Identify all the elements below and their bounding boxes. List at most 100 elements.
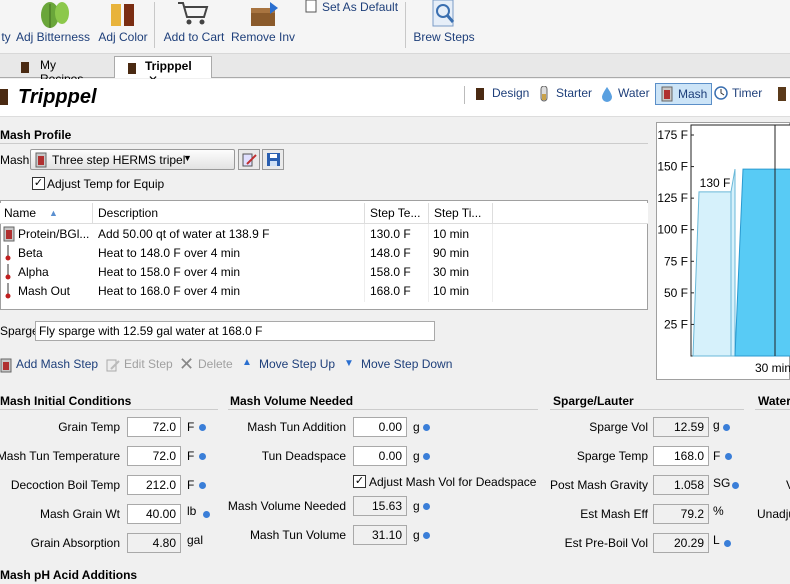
grain-wt-unit: lb	[187, 504, 197, 518]
adjust-temp-checkbox[interactable]: ✓	[32, 177, 45, 190]
info-dot-icon[interactable]	[199, 424, 206, 431]
add-to-cart-label: Add to Cart	[163, 30, 225, 44]
info-dot-icon[interactable]	[724, 540, 731, 547]
remove-inv-label: Remove Inv	[230, 30, 296, 44]
sparge-description-field[interactable]	[35, 321, 435, 341]
table-row[interactable]: Protein/BGl... Add 50.00 qt of water at …	[1, 225, 647, 244]
sparge-temp-field[interactable]	[653, 446, 709, 466]
beer-glass-icon	[0, 89, 8, 105]
add-to-cart-button[interactable]: Add to Cart	[162, 0, 226, 50]
info-dot-icon[interactable]	[423, 532, 430, 539]
edit-step-button[interactable]: Edit Step	[106, 357, 173, 372]
info-dot-icon[interactable]	[723, 424, 730, 431]
info-dot-icon[interactable]	[423, 424, 430, 431]
nav-mash[interactable]: Mash	[655, 83, 713, 105]
nav-starter[interactable]: Starter	[534, 83, 596, 105]
tab-my-recipes[interactable]: My Recipes	[0, 56, 108, 86]
step-time: 30 min	[433, 265, 470, 279]
y-tick-label: 25 F	[664, 317, 688, 331]
post-mash-gravity-field[interactable]	[653, 475, 709, 495]
mash-chart-svg: 175 F 150 F 125 F 100 F 75 F 50 F 25 F 130 F 30 …	[657, 124, 790, 375]
remove-inv-button[interactable]: Remove Inv	[230, 0, 296, 50]
beer-glass-icon	[476, 88, 484, 100]
column-divider	[364, 203, 365, 224]
grain-wt-field[interactable]	[127, 504, 181, 524]
y-tick-label: 150 F	[657, 160, 688, 174]
set-as-default-button[interactable]: Set As Default	[304, 0, 398, 15]
sparge-vol-field[interactable]	[653, 417, 709, 437]
decoction-label: Decoction Boil Temp	[10, 478, 120, 492]
nav-design[interactable]: Design	[470, 83, 533, 105]
adj-gravity-button[interactable]: ty	[0, 0, 12, 50]
info-dot-icon[interactable]	[199, 482, 206, 489]
nav-timer[interactable]: Timer	[710, 83, 766, 105]
beer-glass-icon[interactable]	[776, 86, 788, 102]
water-v-label: V	[786, 478, 790, 492]
sparge-label: Sparge	[0, 324, 39, 338]
move-step-up-button[interactable]: ▲ Move Step Up	[242, 357, 335, 371]
brew-steps-button[interactable]: Brew Steps	[413, 0, 475, 50]
deadspace-field[interactable]	[353, 446, 407, 466]
tab-tripppel[interactable]: Tripppel ✕	[114, 56, 212, 87]
table-row[interactable]: Alpha Heat to 158.0 F over 4 min 158.0 F…	[1, 263, 647, 282]
divider	[550, 409, 744, 410]
post-mash-gravity-unit: SG	[713, 476, 731, 490]
column-header-description[interactable]: Description	[98, 206, 158, 220]
sparge-vol-unit: g	[713, 418, 720, 432]
adj-bitterness-button[interactable]: Adj Bitterness	[16, 0, 90, 50]
save-profile-button[interactable]	[262, 149, 284, 170]
nav-water[interactable]: Water	[596, 83, 654, 105]
nav-label: Timer	[732, 86, 763, 100]
column-header-step-temp[interactable]: Step Te...	[370, 206, 420, 220]
decoction-unit: F	[187, 478, 195, 492]
delete-step-button[interactable]: ✕ Delete	[179, 354, 233, 374]
y-tick-label: 125 F	[657, 191, 688, 205]
step-description: Add 50.00 qt of water at 138.9 F	[98, 227, 270, 241]
decoction-field[interactable]	[127, 475, 181, 495]
tun-addition-field[interactable]	[353, 417, 407, 437]
adj-bitterness-label: Adj Bitterness	[16, 30, 91, 44]
edit-profile-button[interactable]	[238, 149, 260, 170]
step-temp: 168.0 F	[370, 284, 411, 298]
sparge-vol-label: Sparge Vol	[589, 420, 648, 434]
adj-color-button[interactable]: Adj Color	[96, 0, 150, 50]
nav-label: Design	[492, 86, 530, 100]
table-header: Name ▲ Description Step Te... Step Ti...	[0, 203, 648, 224]
clock-icon	[714, 86, 728, 100]
info-dot-icon[interactable]	[199, 453, 206, 460]
toolbar-separator	[405, 2, 406, 48]
absorption-field[interactable]	[127, 533, 181, 553]
table-row[interactable]: Mash Out Heat to 168.0 F over 4 min 168.…	[1, 282, 647, 301]
info-dot-icon[interactable]	[203, 511, 210, 518]
mash-profile-select[interactable]: Three step HERMS tripel ▼	[30, 149, 235, 170]
divider	[0, 143, 648, 144]
mash-eff-field[interactable]	[653, 504, 709, 524]
tun-volume-field[interactable]	[353, 525, 407, 545]
column-header-name[interactable]: Name	[4, 206, 36, 220]
hops-icon	[41, 2, 69, 28]
thermometer-icon	[5, 283, 11, 299]
tun-volume-unit: g	[413, 528, 420, 542]
document-icon	[305, 0, 317, 13]
adjust-deadspace-checkbox[interactable]: ✓	[353, 475, 366, 488]
step-name: Alpha	[18, 265, 49, 279]
tun-temp-field[interactable]	[127, 446, 181, 466]
info-dot-icon[interactable]	[732, 482, 739, 489]
move-step-up-label: Move Step Up	[259, 357, 336, 371]
water-drop-icon	[602, 87, 612, 102]
info-dot-icon[interactable]	[423, 453, 430, 460]
volume-needed-field[interactable]	[353, 496, 407, 516]
deadspace-unit: g	[413, 449, 420, 463]
grain-temp-field[interactable]	[127, 417, 181, 437]
move-step-down-button[interactable]: ▼ Move Step Down	[344, 357, 452, 371]
add-mash-step-button[interactable]: Add Mash Step	[0, 357, 98, 373]
column-header-step-time[interactable]: Step Ti...	[434, 206, 481, 220]
info-dot-icon[interactable]	[423, 503, 430, 510]
grain-temp-unit: F	[187, 420, 195, 434]
info-dot-icon[interactable]	[725, 453, 732, 460]
table-row[interactable]: Beta Heat to 148.0 F over 4 min 148.0 F …	[1, 244, 647, 263]
tun-temp-label: Mash Tun Temperature	[0, 449, 120, 463]
water-heading: Water	[758, 394, 790, 408]
delete-step-label: Delete	[198, 357, 233, 371]
pre-boil-vol-field[interactable]	[653, 533, 709, 553]
